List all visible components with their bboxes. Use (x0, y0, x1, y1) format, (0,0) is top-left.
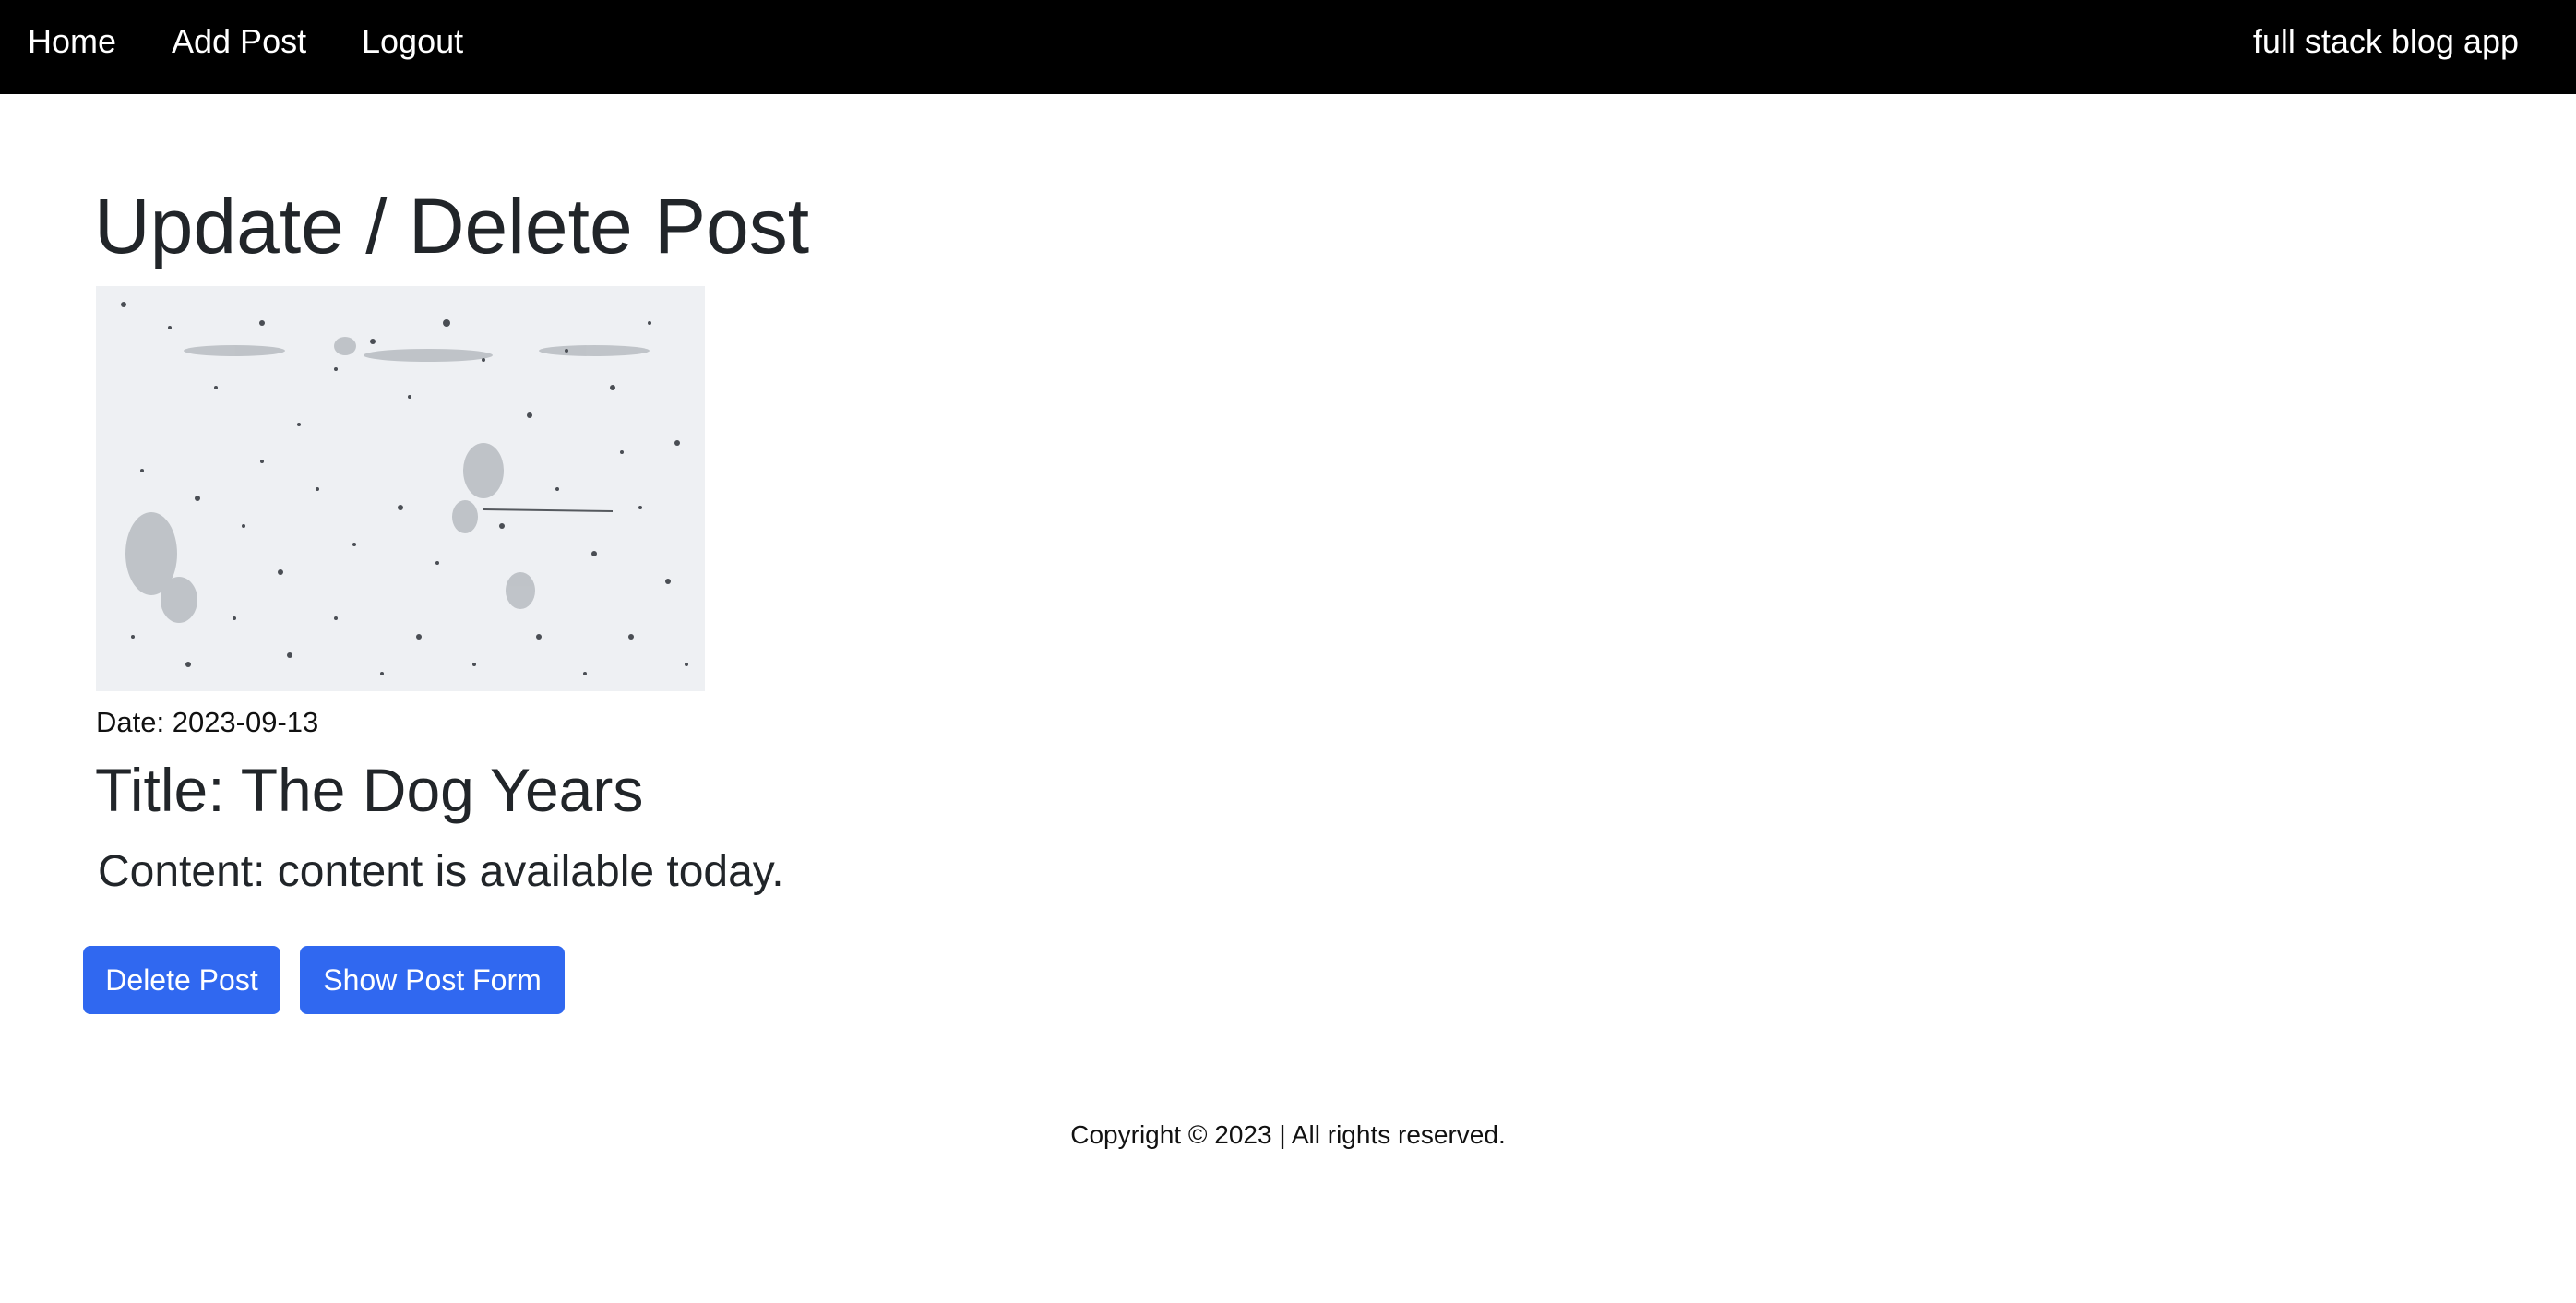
brand-name: full stack blog app (2252, 22, 2519, 60)
nav-home-link[interactable]: Home (28, 17, 116, 66)
page-title: Update / Delete Post (94, 183, 810, 269)
post-image (96, 286, 705, 691)
post-content: Content: content is available today. (98, 847, 784, 896)
post-date: Date: 2023-09-13 (96, 706, 319, 738)
post-title: Title: The Dog Years (95, 756, 644, 824)
nav-logout-link[interactable]: Logout (362, 17, 463, 66)
show-post-form-button[interactable]: Show Post Form (300, 946, 565, 1014)
delete-post-button[interactable]: Delete Post (83, 946, 280, 1014)
top-navbar: Home Add Post Logout full stack blog app (0, 0, 2576, 94)
nav-add-post-link[interactable]: Add Post (172, 17, 306, 66)
footer-copyright: Copyright © 2023 | All rights reserved. (1070, 1120, 1506, 1149)
